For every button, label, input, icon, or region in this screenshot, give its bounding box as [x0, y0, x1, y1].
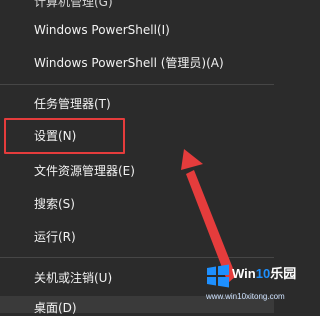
menu-item-powershell[interactable]: Windows PowerShell(I) [34, 22, 170, 38]
menu-item-file-explorer[interactable]: 文件资源管理器(E) [34, 163, 135, 179]
menu-separator [0, 84, 274, 85]
menu-item-shutdown[interactable]: 关机或注销(U) [34, 270, 112, 286]
menu-separator [0, 257, 274, 258]
menu-item-powershell-admin[interactable]: Windows PowerShell (管理员)(A) [34, 55, 224, 71]
watermark-url: www.win10xitong.com [206, 292, 285, 301]
menu-item-task-manager[interactable]: 任务管理器(T) [34, 96, 111, 112]
menu-item-desktop[interactable]: 桌面(D) [34, 300, 77, 316]
watermark: Win10乐园 www.win10xitong.com [206, 264, 296, 310]
menu-item-computer-management[interactable]: 计算机管理(G) [34, 0, 113, 10]
watermark-title: Win10乐园 [232, 266, 297, 281]
menu-item-search[interactable]: 搜索(S) [34, 196, 75, 212]
menu-item-run[interactable]: 运行(R) [34, 229, 76, 245]
windows-logo-icon [207, 264, 229, 288]
highlight-box [4, 118, 125, 154]
